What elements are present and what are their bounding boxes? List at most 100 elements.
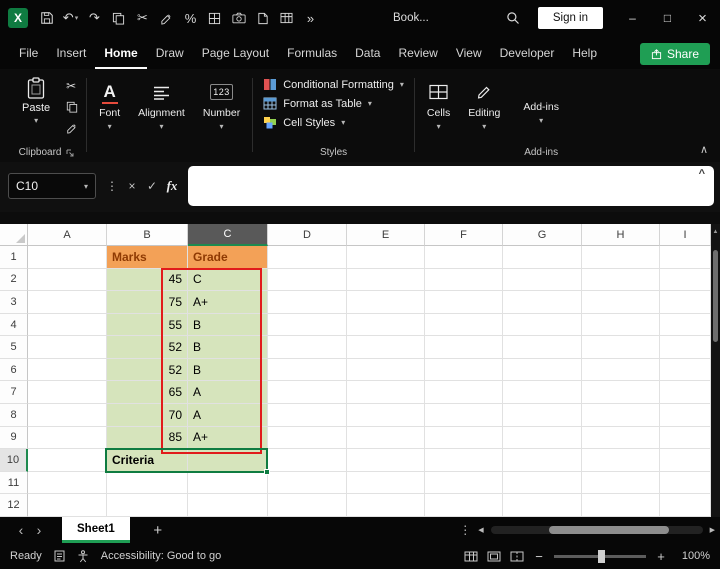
column-header-h[interactable]: H [582,224,660,246]
row-header-6[interactable]: 6 [0,359,28,382]
cell[interactable] [188,472,268,495]
name-box-options-icon[interactable]: ⋮ [102,179,122,193]
cell-active-c10[interactable] [188,449,268,472]
format-painter-button[interactable] [66,121,78,134]
row-header-12[interactable]: 12 [0,494,28,517]
new-sheet-button[interactable]: + [148,522,168,539]
cell[interactable] [28,246,107,269]
cell[interactable] [28,381,107,404]
scroll-left-icon[interactable]: ◀ [478,526,483,534]
cut-button[interactable]: ✂ [131,5,154,31]
cell[interactable] [425,246,503,269]
cell[interactable] [347,269,425,292]
accessibility-status[interactable]: Accessibility: Good to go [101,550,221,562]
cell[interactable] [347,494,425,517]
percent-style-button[interactable]: % [179,5,202,31]
more-commands-button[interactable]: » [299,5,322,31]
row-header-10[interactable]: 10 [0,449,28,472]
tab-page-layout[interactable]: Page Layout [193,38,278,69]
cell[interactable] [503,404,582,427]
cell[interactable] [347,246,425,269]
cell[interactable] [425,472,503,495]
cell[interactable] [268,336,347,359]
cell[interactable] [347,336,425,359]
close-button[interactable]: × [685,0,720,36]
cell[interactable] [503,381,582,404]
cell[interactable] [582,269,660,292]
normal-view-button[interactable] [464,551,478,562]
column-header-f[interactable]: F [425,224,503,246]
search-icon[interactable] [500,5,526,31]
cell[interactable] [503,336,582,359]
cell[interactable] [425,381,503,404]
select-all-corner[interactable] [0,224,28,246]
prev-sheet-icon[interactable]: ‹ [12,522,30,538]
insert-function-button[interactable]: fx [162,178,182,194]
formula-input[interactable]: ^ [188,166,714,206]
cell-marks-b9[interactable]: 85 [107,427,188,450]
column-header-d[interactable]: D [268,224,347,246]
row-header-8[interactable]: 8 [0,404,28,427]
cell[interactable] [660,314,711,337]
cell[interactable] [425,449,503,472]
cell-marks-b3[interactable]: 75 [107,291,188,314]
cell[interactable] [347,359,425,382]
cell[interactable] [660,291,711,314]
page-break-preview-button[interactable] [510,551,524,562]
format-painter-button[interactable] [155,5,178,31]
cell-styles-button[interactable]: Cell Styles ▾ [263,116,404,129]
minimize-button[interactable]: – [615,0,650,36]
tab-data[interactable]: Data [346,38,389,69]
tab-file[interactable]: File [10,38,47,69]
horizontal-scroll-thumb[interactable] [549,526,669,534]
cell[interactable] [268,472,347,495]
cells-group-button[interactable]: Cells ▾ [418,74,459,162]
vertical-scroll-thumb[interactable] [713,250,718,342]
undo-button[interactable]: ↶▾ [59,5,82,31]
cell[interactable] [582,314,660,337]
cell[interactable] [425,269,503,292]
conditional-formatting-button[interactable]: Conditional Formatting ▾ [263,78,404,91]
editing-group-button[interactable]: Editing ▾ [459,74,509,162]
cell[interactable] [107,494,188,517]
cell[interactable] [503,427,582,450]
maximize-button[interactable]: □ [650,0,685,36]
cell-marks-b5[interactable]: 52 [107,336,188,359]
next-sheet-icon[interactable]: › [30,522,48,538]
cell[interactable] [503,269,582,292]
cell[interactable] [425,427,503,450]
cell[interactable] [425,359,503,382]
cell[interactable] [660,269,711,292]
row-header-2[interactable]: 2 [0,269,28,292]
cell[interactable] [660,381,711,404]
number-group-button[interactable]: 123 Number ▾ [194,74,249,162]
column-header-e[interactable]: E [347,224,425,246]
cell-grade-c4[interactable]: B [188,314,268,337]
column-header-i[interactable]: I [660,224,711,246]
cell[interactable] [582,494,660,517]
cell[interactable] [28,314,107,337]
vertical-scrollbar[interactable]: ▲ [711,224,720,517]
cell-marks-b6[interactable]: 52 [107,359,188,382]
cell[interactable] [268,314,347,337]
cell[interactable] [268,449,347,472]
cell[interactable] [347,449,425,472]
cell-grade-c8[interactable]: A [188,404,268,427]
cell[interactable] [347,404,425,427]
cell[interactable] [268,381,347,404]
cell-grade-c6[interactable]: B [188,359,268,382]
tab-home[interactable]: Home [95,38,146,69]
column-header-g[interactable]: G [503,224,582,246]
zoom-level[interactable]: 100% [676,550,710,562]
cell-grade-c3[interactable]: A+ [188,291,268,314]
zoom-slider-thumb[interactable] [598,550,605,563]
cell[interactable] [268,269,347,292]
cell[interactable] [347,314,425,337]
cell[interactable] [503,472,582,495]
cell-grade-c2[interactable]: C [188,269,268,292]
cell[interactable] [28,449,107,472]
clipboard-dialog-launcher-icon[interactable] [66,149,74,157]
cell[interactable] [268,246,347,269]
cell-marks-b2[interactable]: 45 [107,269,188,292]
tab-insert[interactable]: Insert [47,38,95,69]
